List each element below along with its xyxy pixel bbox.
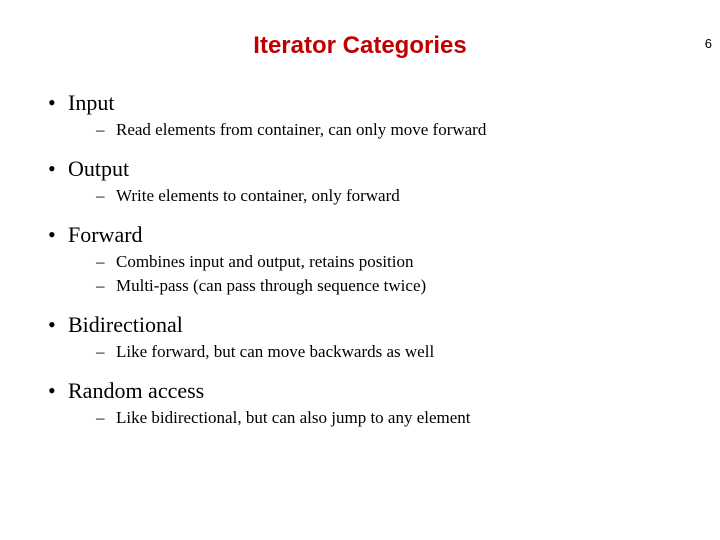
subbullet: Like bidirectional, but can also jump to… xyxy=(40,408,680,428)
bullet-forward: Forward xyxy=(40,222,680,248)
page-number: 6 xyxy=(705,36,712,51)
bullet-random-access: Random access xyxy=(40,378,680,404)
subbullet: Combines input and output, retains posit… xyxy=(40,252,680,272)
slide-title: Iterator Categories xyxy=(0,32,720,60)
subbullet: Write elements to container, only forwar… xyxy=(40,186,680,206)
subbullet: Like forward, but can move backwards as … xyxy=(40,342,680,362)
bullet-input: Input xyxy=(40,90,680,116)
bullet-output: Output xyxy=(40,156,680,182)
slide-content: Input Read elements from container, can … xyxy=(0,90,720,428)
subbullet: Read elements from container, can only m… xyxy=(40,120,680,140)
bullet-bidirectional: Bidirectional xyxy=(40,312,680,338)
subbullet: Multi-pass (can pass through sequence tw… xyxy=(40,276,680,296)
